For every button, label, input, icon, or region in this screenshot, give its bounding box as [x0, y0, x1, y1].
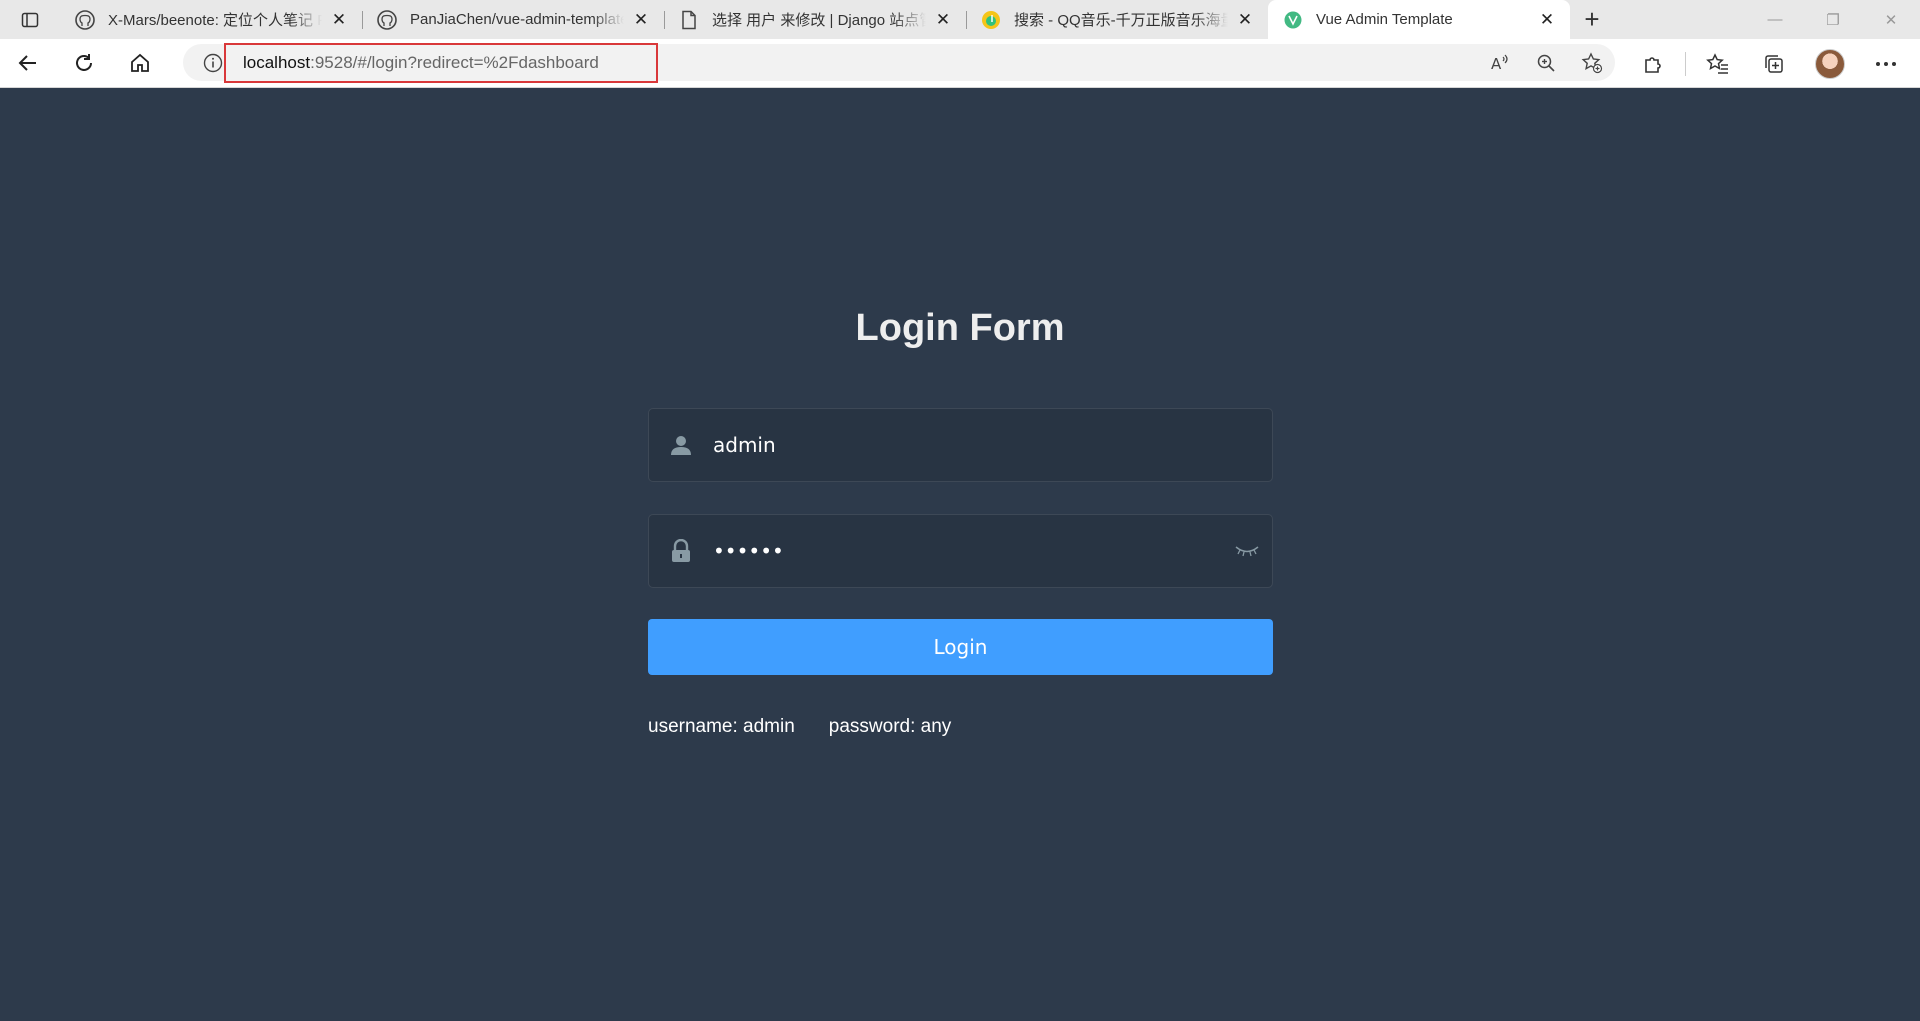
tab-actions-icon	[21, 12, 39, 27]
omnibox-icons: A	[1477, 44, 1615, 81]
refresh-button[interactable]	[56, 39, 112, 88]
url-host: localhost	[243, 53, 311, 72]
close-tab-icon[interactable]: ✕	[1536, 9, 1558, 31]
tab-title: 选择 用户 来修改 | Django 站点管	[712, 12, 926, 29]
show-password-eye-icon[interactable]	[1222, 544, 1272, 558]
browser-toolbar: localhost:9528/#/login?redirect=%2Fdashb…	[0, 39, 1920, 88]
favorites-icon[interactable]	[1690, 39, 1746, 88]
collections-icon[interactable]	[1746, 39, 1802, 88]
close-tab-icon[interactable]: ✕	[328, 9, 350, 31]
login-tips: username: admin password: any	[648, 716, 951, 738]
tab-actions-button[interactable]	[0, 0, 60, 39]
tab-strip: X-Mars/beenote: 定位个人笔记 F ✕ PanJiaChen/vu…	[0, 0, 1920, 39]
plus-icon: +	[1584, 4, 1600, 34]
minimize-icon[interactable]: —	[1746, 0, 1804, 39]
close-tab-icon[interactable]: ✕	[1234, 9, 1256, 31]
user-icon	[649, 434, 713, 456]
github-icon	[74, 9, 96, 31]
refresh-icon	[76, 54, 92, 71]
address-bar[interactable]: localhost:9528/#/login?redirect=%2Fdashb…	[183, 43, 1615, 83]
login-page: Login Form Login username: admin passwor…	[0, 89, 1920, 1021]
username-field[interactable]	[648, 408, 1273, 482]
avatar	[1815, 48, 1845, 79]
tab-2[interactable]: PanJiaChen/vue-admin-template ✕	[362, 0, 664, 39]
home-icon	[131, 53, 149, 72]
tab-title: Vue Admin Template	[1316, 11, 1453, 28]
qq-music-icon	[980, 9, 1002, 31]
tab-1[interactable]: X-Mars/beenote: 定位个人笔记 F ✕	[60, 0, 362, 39]
password-input[interactable]	[713, 515, 1222, 587]
url-text[interactable]: localhost:9528/#/login?redirect=%2Fdashb…	[243, 53, 599, 73]
vue-icon	[1282, 9, 1304, 31]
tab-3[interactable]: 选择 用户 来修改 | Django 站点管 ✕	[664, 0, 966, 39]
document-icon	[678, 9, 700, 31]
toolbar-divider	[1685, 51, 1686, 76]
add-favorite-icon[interactable]	[1569, 44, 1615, 81]
tip-username: username: admin	[648, 716, 795, 737]
extensions-icon[interactable]	[1625, 39, 1681, 88]
window-controls: — ❐ ✕	[1746, 0, 1920, 39]
read-aloud-icon[interactable]: A	[1477, 44, 1523, 81]
zoom-icon[interactable]	[1523, 44, 1569, 81]
lock-icon	[649, 539, 713, 563]
svg-text:A: A	[1491, 55, 1502, 73]
close-tab-icon[interactable]: ✕	[630, 9, 652, 31]
login-button[interactable]: Login	[648, 619, 1273, 675]
tab-5-active[interactable]: Vue Admin Template ✕	[1268, 0, 1570, 39]
home-button[interactable]	[112, 39, 168, 88]
close-window-icon[interactable]: ✕	[1862, 0, 1920, 39]
tab-title: 搜索 - QQ音乐-千万正版音乐海量	[1014, 12, 1228, 29]
toolbar-right-icons	[1625, 39, 1914, 88]
tip-password: password: any	[828, 716, 952, 737]
more-menu-icon[interactable]	[1858, 39, 1914, 88]
username-input[interactable]	[713, 409, 1272, 481]
back-button[interactable]	[0, 39, 56, 88]
new-tab-button[interactable]: +	[1570, 0, 1614, 39]
info-icon[interactable]	[203, 53, 223, 73]
close-tab-icon[interactable]: ✕	[932, 9, 954, 31]
password-field[interactable]	[648, 514, 1273, 588]
page-title: Login Form	[855, 307, 1065, 349]
back-arrow-icon	[18, 55, 36, 71]
url-path: :9528/#/login?redirect=%2Fdashboard	[310, 53, 599, 72]
tab-4[interactable]: 搜索 - QQ音乐-千万正版音乐海量 ✕	[966, 0, 1268, 39]
restore-icon[interactable]: ❐	[1804, 0, 1862, 39]
profile-avatar-button[interactable]	[1802, 39, 1858, 88]
github-icon	[376, 9, 398, 31]
tab-title: X-Mars/beenote: 定位个人笔记 F	[108, 12, 322, 29]
tab-title: PanJiaChen/vue-admin-template	[410, 11, 624, 28]
